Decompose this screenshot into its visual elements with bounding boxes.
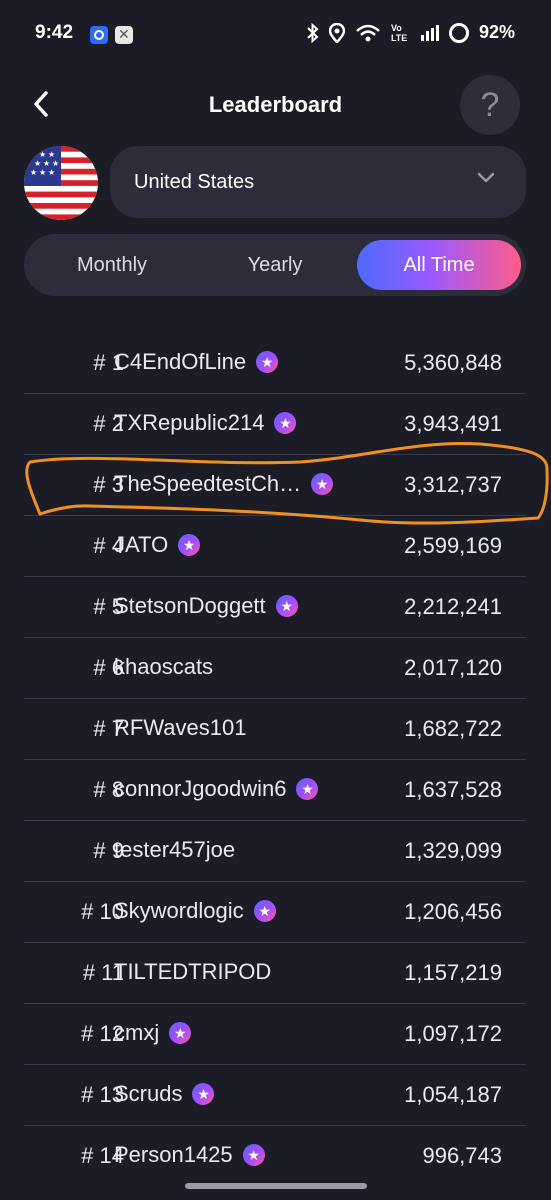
score-value: 1,157,219 <box>404 960 502 985</box>
bluetooth-icon <box>307 22 319 43</box>
user-name: cmxj <box>114 1020 160 1045</box>
score-value: 3,943,491 <box>404 411 502 436</box>
svg-text:★: ★ <box>48 150 55 159</box>
star-badge-icon <box>192 1083 215 1105</box>
user-name: TheSpeedtestCh… <box>114 471 302 496</box>
leaderboard-row[interactable]: # 8connorJgoodwin61,637,528 <box>24 760 526 821</box>
status-bar: 9:42 Vo LTE 92% <box>0 0 551 70</box>
tab-monthly[interactable]: Monthly <box>30 240 194 290</box>
svg-text:★: ★ <box>48 168 55 177</box>
leaderboard-list: # 1C4EndOfLine5,360,848# 2TXRepublic2143… <box>24 333 526 1186</box>
user-name-group: StetsonDoggett <box>114 593 298 619</box>
user-name: C4EndOfLine <box>114 349 247 374</box>
wifi-icon <box>356 24 380 41</box>
user-name-group: TheSpeedtestCh… <box>114 471 334 497</box>
star-badge-icon <box>274 412 297 434</box>
leaderboard-row[interactable]: # 7 RFWaves101 1,682,722 <box>24 699 526 760</box>
star-badge-icon <box>169 1022 192 1044</box>
leaderboard-row[interactable]: # 4JATO2,599,169 <box>24 516 526 577</box>
svg-text:★: ★ <box>30 150 37 159</box>
user-name-group: cmxj <box>114 1020 192 1046</box>
country-select[interactable]: United States <box>110 146 526 218</box>
country-selected-value: United States <box>134 171 255 193</box>
star-badge-icon <box>275 595 298 617</box>
user-name-group: C4EndOfLine <box>114 349 279 375</box>
app-icon <box>115 26 133 44</box>
user-name: RFWaves101 <box>114 715 247 740</box>
svg-text:★: ★ <box>39 150 46 159</box>
user-name-group: tester457joe <box>114 837 235 863</box>
user-name: connorJgoodwin6 <box>114 776 287 801</box>
leaderboard-row[interactable]: # 1C4EndOfLine5,360,848 <box>24 333 526 394</box>
score-value: 1,637,528 <box>404 777 502 802</box>
user-name: TXRepublic214 <box>114 410 265 435</box>
user-name: Scruds <box>114 1081 183 1106</box>
score-value: 5,360,848 <box>404 350 502 375</box>
user-name: tester457joe <box>114 837 236 862</box>
score-value: 2,599,169 <box>404 533 502 558</box>
user-name-group: connorJgoodwin6 <box>114 776 319 802</box>
user-name-group: TILTEDTRIPOD <box>114 959 271 985</box>
user-name: TILTEDTRIPOD <box>114 959 272 984</box>
signal-icon <box>420 24 439 41</box>
user-name-group: Skywordlogic <box>114 898 276 924</box>
status-time: 9:42 <box>35 22 74 43</box>
user-name-group: RFWaves101 <box>114 715 246 741</box>
user-name: khaoscats <box>114 654 214 679</box>
score-value: 2,017,120 <box>404 655 502 680</box>
user-name-group: JATO <box>114 532 201 558</box>
star-badge-icon <box>311 473 334 495</box>
user-name: Skywordlogic <box>114 898 244 923</box>
leaderboard-row[interactable]: # 12cmxj1,097,172 <box>24 1004 526 1065</box>
star-badge-icon <box>178 534 201 556</box>
leaderboard-row[interactable]: # 10Skywordlogic1,206,456 <box>24 882 526 943</box>
svg-text:★: ★ <box>43 159 50 168</box>
user-name-group: Scruds <box>114 1081 215 1107</box>
battery-icon <box>448 22 469 43</box>
us-flag-icon: ★ ★ ★ ★ ★ ★ ★ ★ ★ <box>24 146 98 220</box>
score-value: 1,682,722 <box>404 716 502 741</box>
user-name: StetsonDoggett <box>114 593 266 618</box>
tab-all-time[interactable]: All Time <box>357 240 521 290</box>
svg-text:★: ★ <box>39 168 46 177</box>
star-badge-icon <box>253 900 276 922</box>
leaderboard-row[interactable]: # 6 khaoscats 2,017,120 <box>24 638 526 699</box>
star-badge-icon <box>242 1144 265 1166</box>
user-name: Person1425 <box>114 1142 233 1167</box>
svg-text:★: ★ <box>30 168 37 177</box>
leaderboard-row[interactable]: # 9 tester457joe 1,329,099 <box>24 821 526 882</box>
chevron-down-icon <box>477 172 495 183</box>
location-icon <box>328 22 345 43</box>
period-tabs: Monthly Yearly All Time <box>24 234 526 296</box>
leaderboard-row[interactable]: # 13Scruds1,054,187 <box>24 1065 526 1126</box>
user-name-group: Person1425 <box>114 1142 265 1168</box>
leaderboard-row[interactable]: # 14Person1425996,743 <box>24 1126 526 1186</box>
tab-yearly[interactable]: Yearly <box>193 240 357 290</box>
user-name-group: khaoscats <box>114 654 213 680</box>
star-badge-icon <box>256 351 279 373</box>
svg-text:★: ★ <box>34 159 41 168</box>
signal-label: Vo LTE <box>390 22 408 43</box>
user-name: JATO <box>114 532 169 557</box>
score-value: 1,329,099 <box>404 838 502 863</box>
messenger-icon <box>90 26 108 44</box>
svg-text:★: ★ <box>52 159 59 168</box>
leaderboard-row[interactable]: # 11 TILTEDTRIPOD 1,157,219 <box>24 943 526 1004</box>
leaderboard-row[interactable]: # 5StetsonDoggett2,212,241 <box>24 577 526 638</box>
star-badge-icon <box>296 778 319 800</box>
leaderboard-row[interactable]: # 2TXRepublic2143,943,491 <box>24 394 526 455</box>
score-value: 996,743 <box>422 1143 502 1168</box>
score-value: 1,054,187 <box>404 1082 502 1107</box>
score-value: 2,212,241 <box>404 594 502 619</box>
user-name-group: TXRepublic214 <box>114 410 297 436</box>
status-icons: Vo LTE 92% <box>307 22 515 43</box>
score-value: 1,097,172 <box>404 1021 502 1046</box>
score-value: 1,206,456 <box>404 899 502 924</box>
help-button[interactable]: ? <box>460 75 520 135</box>
score-value: 3,312,737 <box>404 472 502 497</box>
leaderboard-row[interactable]: # 3TheSpeedtestCh…3,312,737 <box>24 455 526 516</box>
battery-percent: 92% <box>478 22 515 42</box>
home-indicator[interactable] <box>185 1183 367 1189</box>
header: Leaderboard ? <box>0 75 551 135</box>
